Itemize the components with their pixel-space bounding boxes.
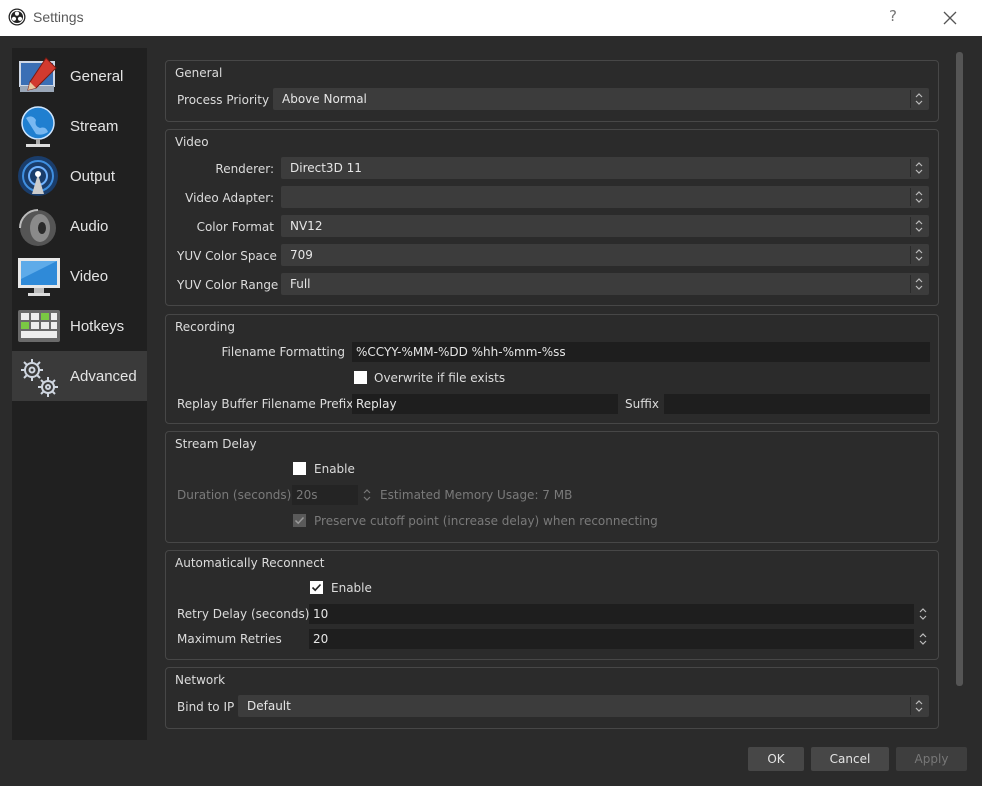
updown-arrow-icon bbox=[910, 217, 923, 235]
yuv-color-space-select[interactable]: 709 bbox=[281, 244, 929, 266]
scrollbar-thumb[interactable] bbox=[956, 52, 963, 686]
updown-arrow-icon bbox=[910, 275, 923, 293]
retry-delay-spinbox[interactable]: 10 bbox=[309, 604, 914, 624]
sidebar-item-label: Audio bbox=[70, 218, 109, 235]
color-format-select[interactable]: NV12 bbox=[281, 215, 929, 237]
sidebar-item-hotkeys[interactable]: Hotkeys bbox=[12, 301, 147, 351]
updown-arrow-icon[interactable] bbox=[915, 605, 931, 623]
overwrite-checkbox[interactable] bbox=[354, 371, 367, 384]
bind-ip-label: Bind to IP bbox=[177, 700, 235, 714]
updown-arrow-icon[interactable] bbox=[915, 630, 931, 648]
sidebar-item-video[interactable]: Video bbox=[12, 251, 147, 301]
obs-logo-icon bbox=[8, 8, 26, 26]
globe-icon bbox=[21, 106, 55, 147]
group-title: General bbox=[175, 66, 223, 80]
sidebar-item-label: Advanced bbox=[70, 368, 137, 385]
stream-delay-enable-label: Enable bbox=[314, 462, 355, 476]
updown-arrow-icon bbox=[910, 188, 923, 206]
checkmark-icon bbox=[294, 516, 305, 525]
suffix-input[interactable] bbox=[664, 394, 930, 414]
monitor-icon bbox=[18, 258, 60, 296]
yuv-color-range-select[interactable]: Full bbox=[281, 273, 929, 295]
renderer-select[interactable]: Direct3D 11 bbox=[281, 157, 929, 179]
reconnect-enable-checkbox[interactable] bbox=[310, 581, 323, 594]
group-title: Network bbox=[175, 673, 226, 687]
broadcast-icon bbox=[18, 156, 58, 196]
updown-arrow-icon bbox=[910, 90, 923, 108]
sidebar-item-label: Video bbox=[70, 268, 109, 285]
title-bar: Settings ? bbox=[0, 0, 982, 36]
help-button[interactable]: ? bbox=[886, 7, 900, 25]
sidebar-item-label: Stream bbox=[70, 118, 119, 135]
updown-arrow-icon[interactable] bbox=[359, 486, 375, 504]
replay-prefix-input[interactable]: Replay bbox=[352, 394, 618, 414]
filename-formatting-input[interactable]: %CCYY-%MM-%DD %hh-%mm-%ss bbox=[352, 342, 930, 362]
filename-formatting-label: Filename Formatting bbox=[221, 345, 345, 359]
updown-arrow-icon bbox=[910, 697, 923, 715]
cancel-button[interactable]: Cancel bbox=[811, 747, 889, 771]
gears-icon bbox=[21, 359, 58, 397]
duration-spinbox[interactable]: 20s bbox=[292, 485, 358, 505]
sidebar-item-label: General bbox=[70, 68, 124, 85]
settings-content: General Process Priority Above Normal Vi… bbox=[159, 48, 949, 738]
preserve-cutoff-label: Preserve cutoff point (increase delay) w… bbox=[314, 514, 658, 528]
color-format-label: Color Format bbox=[196, 220, 274, 234]
group-title: Video bbox=[175, 135, 209, 149]
overwrite-label: Overwrite if file exists bbox=[374, 371, 506, 385]
sidebar-item-label: Hotkeys bbox=[70, 318, 125, 335]
max-retries-label: Maximum Retries bbox=[177, 632, 282, 646]
sidebar-item-output[interactable]: Output bbox=[12, 151, 147, 201]
yuv-color-range-label: YUV Color Range bbox=[177, 278, 279, 292]
video-group: Video Renderer: Direct3D 11 Video Adapte… bbox=[165, 129, 939, 306]
sidebar-item-general[interactable]: General bbox=[12, 51, 147, 101]
speaker-icon bbox=[19, 209, 56, 246]
group-title: Recording bbox=[175, 320, 236, 334]
network-group: Network Bind to IP Default bbox=[165, 667, 939, 729]
window-title: Settings bbox=[33, 9, 84, 25]
duration-label: Duration (seconds) bbox=[177, 488, 292, 502]
updown-arrow-icon bbox=[910, 246, 923, 264]
sidebar-item-stream[interactable]: Stream bbox=[12, 101, 147, 151]
suffix-label: Suffix bbox=[625, 397, 659, 411]
retry-delay-label: Retry Delay (seconds) bbox=[177, 607, 310, 621]
sidebar: General Stream Output Audio Video Hotkey… bbox=[12, 48, 147, 740]
group-title: Automatically Reconnect bbox=[175, 556, 325, 570]
process-priority-select[interactable]: Above Normal bbox=[273, 88, 929, 110]
preserve-cutoff-checkbox[interactable] bbox=[293, 514, 306, 527]
video-adapter-label: Video Adapter: bbox=[185, 191, 274, 205]
bind-ip-select[interactable]: Default bbox=[238, 695, 929, 717]
apply-button[interactable]: Apply bbox=[896, 747, 967, 771]
stream-delay-group: Stream Delay Enable Duration (seconds) 2… bbox=[165, 431, 939, 543]
renderer-label: Renderer: bbox=[215, 162, 274, 176]
replay-prefix-label: Replay Buffer Filename Prefix bbox=[177, 397, 354, 411]
recording-group: Recording Filename Formatting %CCYY-%MM-… bbox=[165, 314, 939, 424]
ok-button[interactable]: OK bbox=[748, 747, 804, 771]
video-adapter-select[interactable] bbox=[281, 186, 929, 208]
process-priority-label: Process Priority bbox=[177, 93, 270, 107]
sidebar-item-audio[interactable]: Audio bbox=[12, 201, 147, 251]
updown-arrow-icon bbox=[910, 159, 923, 177]
group-title: Stream Delay bbox=[175, 437, 257, 451]
sidebar-item-advanced[interactable]: Advanced bbox=[12, 351, 147, 401]
max-retries-spinbox[interactable]: 20 bbox=[309, 629, 914, 649]
checkmark-icon bbox=[311, 583, 322, 592]
sidebar-item-label: Output bbox=[70, 168, 116, 185]
general-icon bbox=[19, 57, 57, 92]
stream-delay-enable-checkbox[interactable] bbox=[293, 462, 306, 475]
general-group: General Process Priority Above Normal bbox=[165, 60, 939, 122]
reconnect-enable-label: Enable bbox=[331, 581, 372, 595]
reconnect-group: Automatically Reconnect Enable Retry Del… bbox=[165, 550, 939, 660]
yuv-color-space-label: YUV Color Space bbox=[177, 249, 277, 263]
memory-usage-label: Estimated Memory Usage: 7 MB bbox=[380, 488, 573, 502]
close-icon[interactable] bbox=[940, 8, 960, 28]
keyboard-icon bbox=[18, 310, 60, 342]
